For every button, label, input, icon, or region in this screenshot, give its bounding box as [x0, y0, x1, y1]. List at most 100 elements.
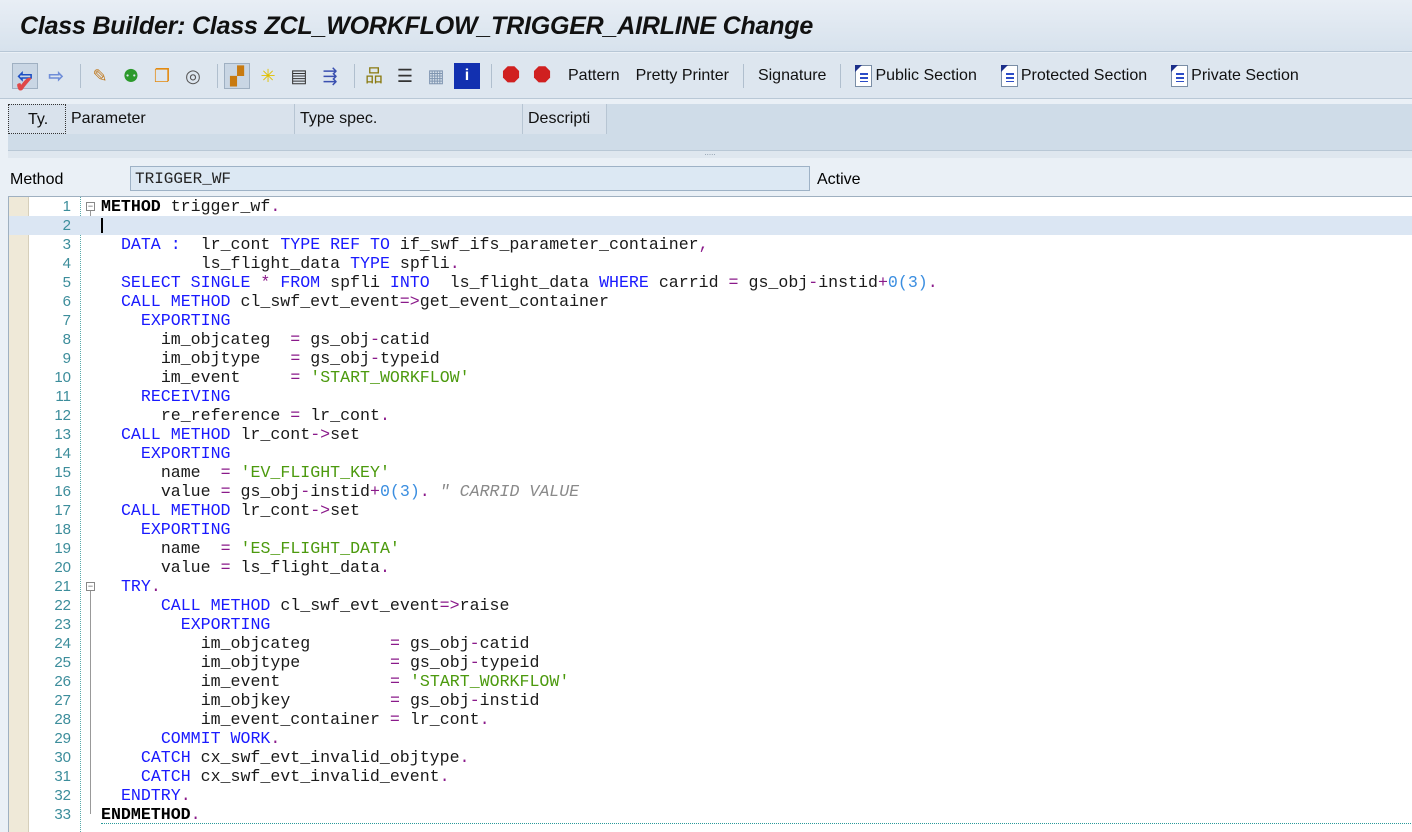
code-line[interactable]: 33 ENDMETHOD. [9, 805, 1412, 824]
display-object-list-icon[interactable]: ▞ [224, 62, 250, 89]
code-text: RECEIVING [101, 387, 231, 406]
code-line[interactable]: 20 value = ls_flight_data. [9, 558, 1412, 577]
line-number: 33 [54, 806, 71, 823]
code-line[interactable]: 3 DATA : lr_cont TYPE REF TO if_swf_ifs_… [9, 235, 1412, 254]
layout-icon[interactable]: ▦ [423, 63, 449, 89]
code-line[interactable]: 5 SELECT SINGLE * FROM spfli INTO ls_fli… [9, 273, 1412, 292]
code-line[interactable]: 2 [9, 216, 1412, 235]
operator: - [300, 482, 311, 501]
collapse-block-icon[interactable]: − [86, 582, 95, 591]
code-line[interactable]: 15 name = 'EV_FLIGHT_KEY' [9, 463, 1412, 482]
code-line[interactable]: 12 re_reference = lr_cont. [9, 406, 1412, 425]
operator: . [270, 197, 281, 216]
code-line[interactable]: 28 im_event_container = lr_cont. [9, 710, 1412, 729]
code-line[interactable]: 16 value = gs_obj-instid+0(3). " CARRID … [9, 482, 1412, 501]
public-section-button[interactable]: Public Section [855, 64, 977, 87]
stack-icon[interactable]: ☰ [392, 63, 418, 89]
code-line[interactable]: 19 name = 'ES_FLIGHT_DATA' [9, 539, 1412, 558]
code-line[interactable]: 23 EXPORTING [9, 615, 1412, 634]
signature-icon[interactable]: ▤ [286, 63, 312, 89]
protected-section-button[interactable]: Protected Section [1000, 64, 1147, 87]
keyword: CALL [160, 596, 201, 615]
code-token: set [330, 501, 360, 520]
stop-icon[interactable]: ⯃ [498, 63, 524, 89]
code-line[interactable]: 32 ENDTRY. [9, 786, 1412, 805]
code-line[interactable]: 25 im_objtype = gs_obj-typeid [9, 653, 1412, 672]
info-icon[interactable]: i [454, 62, 480, 89]
code-text: im_objcateg = gs_obj-catid [101, 330, 430, 349]
code-line[interactable]: 31 CATCH cx_swf_evt_invalid_event. [9, 767, 1412, 786]
code-line[interactable]: 8 im_objcateg = gs_obj-catid [9, 330, 1412, 349]
method-name-field[interactable]: TRIGGER_WF [130, 166, 810, 191]
code-line[interactable]: 11 RECEIVING [9, 387, 1412, 406]
code-line[interactable]: 14 EXPORTING [9, 444, 1412, 463]
code-line[interactable]: 18 EXPORTING [9, 520, 1412, 539]
code-line[interactable]: 27 im_objkey = gs_obj-instid [9, 691, 1412, 710]
code-line[interactable]: 26 im_event = 'START_WORKFLOW' [9, 672, 1412, 691]
line-number: 19 [54, 540, 71, 557]
code-line[interactable]: 30 CATCH cx_swf_evt_invalid_objtype. [9, 748, 1412, 767]
number-literal: 0(3) [887, 273, 928, 292]
code-line[interactable]: 13 CALL METHOD lr_cont->set [9, 425, 1412, 444]
private-section-button[interactable]: Private Section [1171, 64, 1299, 87]
breakpoint-icon[interactable]: ✳ [255, 63, 281, 89]
splitter-handle[interactable]: ..... [8, 149, 1412, 158]
column-header-type-spec[interactable]: Type spec. [295, 104, 523, 134]
code-text: value = gs_obj-instid+0(3). " CARRID VAL… [101, 482, 579, 501]
code-editor[interactable]: 1 METHOD trigger_wf. −2 3 DATA : lr_cont TY… [8, 196, 1412, 832]
stop-user-icon[interactable]: ⯃ [529, 63, 555, 89]
code-line[interactable]: 24 im_objcateg = gs_obj-catid [9, 634, 1412, 653]
column-header-description[interactable]: Descripti [523, 104, 607, 134]
collapse-block-icon[interactable]: − [86, 202, 95, 211]
where-used-icon[interactable]: ◎ [180, 63, 206, 89]
code-line[interactable]: 4 ls_flight_data TYPE spfli. [9, 254, 1412, 273]
back-icon[interactable]: ⇦ ✔ [12, 62, 38, 95]
column-header-parameter[interactable]: Parameter [66, 104, 295, 134]
text-cursor [101, 218, 103, 233]
code-line[interactable]: 21 TRY. − [9, 577, 1412, 596]
code-line[interactable]: 17 CALL METHOD lr_cont->set [9, 501, 1412, 520]
other-object-icon[interactable]: ❐ [149, 63, 175, 89]
code-line[interactable]: 22 CALL METHOD cl_swf_evt_event=>raise [9, 596, 1412, 615]
hierarchy-icon[interactable]: 品 [361, 63, 387, 89]
signature-button[interactable]: Signature [758, 67, 827, 85]
code-line[interactable]: 10 im_event = 'START_WORKFLOW' [9, 368, 1412, 387]
navigate-icon[interactable]: ⇶ [317, 63, 343, 89]
edit-icon[interactable]: ✎ [87, 63, 113, 89]
method-status: Active [817, 171, 861, 188]
code-line[interactable]: 1 METHOD trigger_wf. − [9, 197, 1412, 216]
code-line[interactable]: 9 im_objtype = gs_obj-typeid [9, 349, 1412, 368]
column-header-type[interactable]: Ty. [8, 104, 66, 134]
operator: = [439, 596, 450, 615]
code-line[interactable]: 7 EXPORTING [9, 311, 1412, 330]
activate-icon[interactable]: ⚉ [118, 63, 144, 89]
forward-icon[interactable]: ⇨ [43, 63, 69, 89]
code-line[interactable]: 6 CALL METHOD cl_swf_evt_event=>get_even… [9, 292, 1412, 311]
pattern-button[interactable]: Pattern [568, 67, 620, 85]
code-line[interactable]: 29 COMMIT WORK. [9, 729, 1412, 748]
pretty-printer-button[interactable]: Pretty Printer [636, 67, 729, 85]
